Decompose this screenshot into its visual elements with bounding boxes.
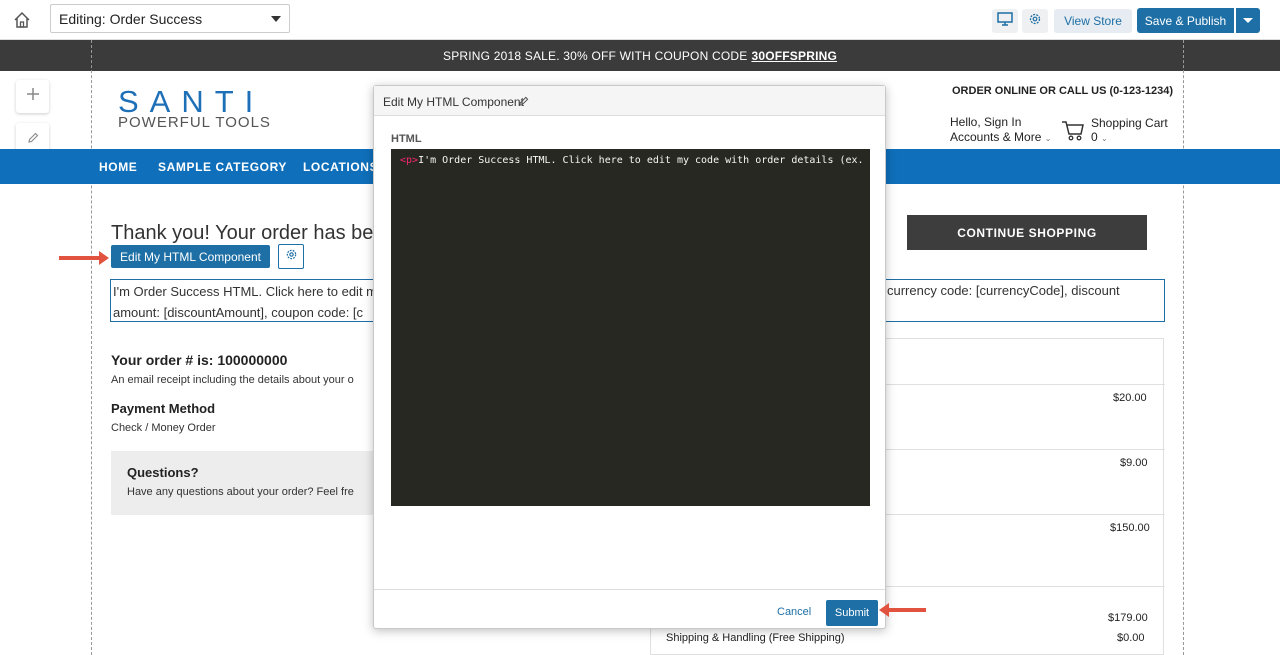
shipping-price: $0.00 bbox=[1117, 632, 1145, 644]
account-menu[interactable]: Hello, Sign In Accounts & More ⌄ bbox=[950, 115, 1051, 146]
code-tag: <p> bbox=[400, 155, 419, 166]
item-price: $20.00 bbox=[1113, 392, 1147, 404]
view-store-button[interactable]: View Store bbox=[1054, 9, 1132, 33]
page-select-value: Editing: Order Success bbox=[59, 11, 203, 27]
order-online-text: ORDER ONLINE OR CALL US (0-123-1234) bbox=[952, 85, 1174, 97]
modal-header: Edit My HTML Component bbox=[374, 86, 885, 116]
pencil-icon bbox=[27, 131, 39, 149]
cancel-button[interactable]: Cancel bbox=[777, 606, 811, 618]
nav-item-home[interactable]: HOME bbox=[99, 160, 137, 174]
plus-icon bbox=[26, 87, 40, 106]
callout-arrow bbox=[59, 251, 109, 265]
callout-arrow bbox=[888, 608, 926, 612]
promo-code: 30OFFSPRING bbox=[751, 48, 838, 63]
nav-item-locations[interactable]: LOCATIONS bbox=[303, 160, 378, 174]
page-select[interactable]: Editing: Order Success bbox=[50, 4, 290, 33]
settings-button[interactable] bbox=[1022, 9, 1048, 33]
cart-icon[interactable] bbox=[1061, 120, 1085, 147]
modal-footer: Cancel Submit bbox=[374, 589, 885, 628]
receipt-text: An email receipt including the details a… bbox=[111, 374, 354, 386]
html-component-text-right: currency code: [currencyCode], discount bbox=[887, 283, 1120, 298]
submit-button[interactable]: Submit bbox=[826, 600, 878, 626]
code-line: <p>I'm Order Success HTML. Click here to… bbox=[400, 155, 870, 166]
store-logo-tagline: POWERFUL TOOLS bbox=[118, 114, 271, 131]
chevron-down-icon bbox=[1243, 18, 1253, 23]
shipping-label: Shipping & Handling (Free Shipping) bbox=[666, 632, 845, 644]
order-number: Your order # is: 100000000 bbox=[111, 352, 288, 368]
edit-html-modal: Edit My HTML Component HTML <p>I'm Order… bbox=[373, 85, 886, 629]
home-icon[interactable] bbox=[13, 11, 31, 29]
monitor-icon bbox=[997, 11, 1013, 31]
publish-options-button[interactable] bbox=[1236, 8, 1260, 33]
account-greeting: Hello, Sign In bbox=[950, 115, 1022, 129]
questions-title: Questions? bbox=[127, 465, 199, 480]
save-publish-button[interactable]: Save & Publish bbox=[1137, 8, 1234, 33]
promo-text: SPRING 2018 SALE. 30% OFF WITH COUPON CO… bbox=[442, 48, 748, 63]
nav-item-sample-category[interactable]: SAMPLE CATEGORY bbox=[158, 160, 287, 174]
cart-label: Shopping Cart bbox=[1091, 116, 1168, 130]
page-title: Thank you! Your order has been bbox=[111, 222, 396, 244]
pencil-icon[interactable] bbox=[518, 94, 529, 112]
html-field-label: HTML bbox=[391, 133, 422, 145]
item-price: $150.00 bbox=[1110, 522, 1150, 534]
add-component-button[interactable] bbox=[16, 80, 49, 113]
promo-banner: SPRING 2018 SALE. 30% OFF WITH COUPON CO… bbox=[0, 40, 1280, 71]
shopping-cart[interactable]: Shopping Cart 0 ⌄ bbox=[1091, 116, 1168, 146]
editor-toolbar: Editing: Order Success View Store Save &… bbox=[0, 0, 1280, 40]
edit-html-component-button[interactable]: Edit My HTML Component bbox=[111, 245, 270, 268]
payment-method-title: Payment Method bbox=[111, 401, 216, 416]
chevron-down-icon bbox=[271, 16, 281, 22]
gear-icon bbox=[285, 248, 298, 266]
continue-shopping-button[interactable]: CONTINUE SHOPPING bbox=[907, 215, 1147, 250]
canvas-guide-left bbox=[91, 40, 92, 655]
gear-icon bbox=[1028, 12, 1042, 31]
questions-box: Questions? Have any questions about your… bbox=[111, 451, 374, 515]
canvas-guide-right bbox=[1183, 40, 1184, 655]
chevron-down-icon: ⌄ bbox=[1044, 134, 1052, 143]
questions-text: Have any questions about your order? Fee… bbox=[127, 486, 354, 498]
chevron-down-icon: ⌄ bbox=[1101, 134, 1108, 143]
item-price: $9.00 bbox=[1120, 457, 1148, 469]
modal-title[interactable]: Edit My HTML Component bbox=[383, 95, 524, 109]
cart-count: 0 bbox=[1091, 130, 1098, 144]
code-text: I'm Order Success HTML. Click here to ed… bbox=[418, 155, 870, 166]
component-settings-button[interactable] bbox=[278, 244, 304, 269]
html-code-editor[interactable]: <p>I'm Order Success HTML. Click here to… bbox=[391, 149, 870, 506]
desktop-view-button[interactable] bbox=[992, 9, 1018, 33]
account-more: Accounts & More bbox=[950, 130, 1042, 144]
subtotal-price: $179.00 bbox=[1108, 612, 1148, 624]
payment-method-value: Check / Money Order bbox=[111, 422, 216, 434]
